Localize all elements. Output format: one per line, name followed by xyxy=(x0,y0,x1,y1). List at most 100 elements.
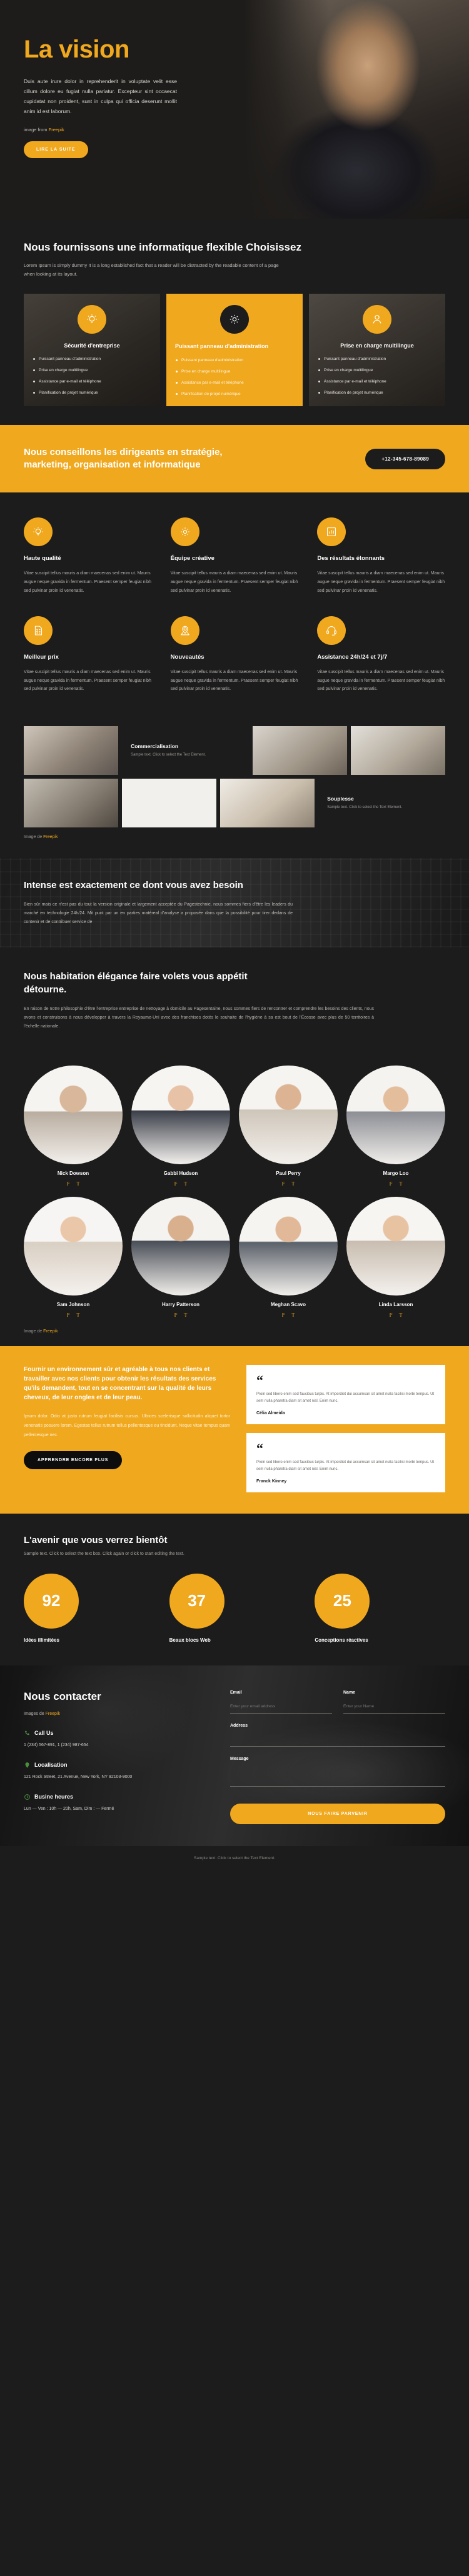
intense-heading: Intense est exactement ce dont vous avez… xyxy=(24,880,243,891)
message-field[interactable] xyxy=(230,1765,445,1787)
twitter-icon[interactable]: 𝕋 xyxy=(184,1181,188,1187)
facebook-icon[interactable]: 𝔽 xyxy=(281,1181,285,1187)
landing-page: La vision Duis aute irure dolor in repre… xyxy=(0,0,469,1872)
feature-item: Nouveautés Vitae suscipit tellus mauris … xyxy=(170,616,299,694)
twitter-icon[interactable]: 𝕋 xyxy=(291,1181,295,1187)
team-member: Margo Loo 𝔽 𝕋 xyxy=(346,1066,445,1187)
feature-item: Équipe créative Vitae suscipit tellus ma… xyxy=(170,517,299,595)
message-field-wrap: Message xyxy=(230,1757,445,1790)
service-list: Puissant panneau d'administration Prise … xyxy=(33,356,151,396)
call-us-value: 1 (234) 567-891, 1 (234) 987-654 xyxy=(24,1742,89,1747)
submit-button[interactable]: NOUS FAIRE PARVENIR xyxy=(230,1803,445,1824)
hero-section: La vision Duis aute irure dolor in repre… xyxy=(0,0,469,219)
feature-title: Assistance 24h/24 et 7j/7 xyxy=(317,654,388,661)
call-us-title: Call Us xyxy=(34,1730,54,1737)
call-us-block: Call Us 1 (234) 567-891, 1 (234) 987-654 xyxy=(24,1730,211,1749)
service-title: Sécurité d'entreprise xyxy=(64,342,120,349)
stats-heading: L'avenir que vous verrez bientôt xyxy=(24,1534,168,1545)
testimonials-intro: Fournir un environnement sûr et agréable… xyxy=(24,1365,230,1492)
quote-icon: “ xyxy=(256,1440,263,1456)
headset-icon xyxy=(317,616,346,646)
email-field[interactable] xyxy=(230,1704,332,1714)
quote-text: Proin sed libero enim sed faucibus turpi… xyxy=(256,1392,435,1403)
credit-prefix: image from xyxy=(24,126,49,132)
list-item: Assistance par e-mail et téléphone xyxy=(33,379,151,384)
gallery-image[interactable] xyxy=(220,779,315,828)
hours-title: Busine heures xyxy=(34,1794,74,1800)
facebook-icon[interactable]: 𝔽 xyxy=(174,1312,177,1318)
learn-more-button[interactable]: APPRENDRE ENCORE PLUS xyxy=(24,1451,123,1470)
address-field[interactable] xyxy=(230,1737,445,1747)
page-title: La vision xyxy=(24,36,129,63)
feature-item: Assistance 24h/24 et 7j/7 Vitae suscipit… xyxy=(317,616,445,694)
freepik-link[interactable]: Freepik xyxy=(46,1712,60,1716)
contact-info: Nous contacter Images de Freepik Call Us… xyxy=(24,1690,211,1825)
gallery-caption: Souplesse Sample text. Click to select t… xyxy=(318,779,446,828)
phone-button[interactable]: +12-345-678-89089 xyxy=(365,448,445,469)
avatar xyxy=(239,1197,338,1296)
service-card[interactable]: Prise en charge multilingue Puissant pan… xyxy=(309,293,445,406)
service-card[interactable]: Sécurité d'entreprise Puissant panneau d… xyxy=(24,293,160,406)
facebook-icon[interactable]: 𝔽 xyxy=(389,1312,392,1318)
twitter-icon[interactable]: 𝕋 xyxy=(76,1312,80,1318)
feature-text: Vitae suscipit tellus mauris a diam maec… xyxy=(24,670,151,692)
habitation-heading: Nous habitation élégance faire volets vo… xyxy=(24,971,248,996)
social-links: 𝔽 𝕋 xyxy=(346,1312,445,1318)
social-links: 𝔽 𝕋 xyxy=(24,1181,123,1187)
address-label: Address xyxy=(230,1723,248,1728)
contact-form: Email Name Address Message NOUS FAIRE PA… xyxy=(230,1690,445,1825)
twitter-icon[interactable]: 𝕋 xyxy=(399,1312,403,1318)
gallery-image[interactable] xyxy=(24,726,119,776)
credit-prefix: Image de xyxy=(24,835,44,840)
cta-band: Nous conseillons les dirigeants en strat… xyxy=(0,424,469,493)
phone-icon xyxy=(24,1730,31,1737)
social-links: 𝔽 𝕋 xyxy=(24,1312,123,1318)
freepik-link[interactable]: Freepik xyxy=(49,127,64,132)
gallery-text: Sample text. Click to select the Text El… xyxy=(327,806,403,810)
services-heading: Nous fournissons une informatique flexib… xyxy=(24,241,301,253)
facebook-icon[interactable]: 𝔽 xyxy=(174,1181,177,1187)
twitter-icon[interactable]: 𝕋 xyxy=(184,1312,188,1318)
gallery-image[interactable] xyxy=(252,726,347,776)
message-label: Message xyxy=(230,1756,249,1761)
intense-paragraph: Bien sûr mais ce n'est pas du tout la ve… xyxy=(24,902,293,924)
member-name: Gabbi Hudson xyxy=(163,1171,198,1177)
feature-text: Vitae suscipit tellus mauris a diam maec… xyxy=(170,571,298,593)
stats-sub: Sample text. Click to select the text bo… xyxy=(24,1551,184,1556)
twitter-icon[interactable]: 𝕋 xyxy=(76,1181,80,1187)
read-more-button[interactable]: LIRE LA SUITE xyxy=(24,141,88,158)
facebook-icon[interactable]: 𝔽 xyxy=(281,1312,285,1318)
freepik-link[interactable]: Freepik xyxy=(43,1329,58,1334)
stat-label: Beaux blocs Web xyxy=(169,1637,211,1643)
gallery-image[interactable] xyxy=(24,779,119,828)
stats-grid: 92 Idées illimitées 37 Beaux blocs Web 2… xyxy=(24,1573,445,1643)
freepik-link[interactable]: Freepik xyxy=(43,835,58,839)
facebook-icon[interactable]: 𝔽 xyxy=(66,1312,69,1318)
hero-paragraph: Duis aute irure dolor in reprehenderit i… xyxy=(24,78,177,115)
name-label: Name xyxy=(343,1690,356,1695)
service-title: Puissant panneau d'administration xyxy=(175,342,269,349)
credit-prefix: Images de xyxy=(24,1711,46,1716)
gallery-section: Commercialisation Sample text. Click to … xyxy=(0,715,469,858)
features-grid: Haute qualité Vitae suscipit tellus maur… xyxy=(24,517,445,694)
gallery-row: Commercialisation Sample text. Click to … xyxy=(24,726,446,776)
social-links: 𝔽 𝕋 xyxy=(131,1312,230,1318)
name-field[interactable] xyxy=(343,1704,445,1714)
gallery-image[interactable] xyxy=(122,779,217,828)
avatar xyxy=(346,1197,445,1296)
list-item: Planification de projet numérique xyxy=(175,391,294,397)
feature-text: Vitae suscipit tellus mauris a diam maec… xyxy=(24,571,151,593)
team-grid: Nick Dowson 𝔽 𝕋 Gabbi Hudson 𝔽 𝕋 Paul Pe… xyxy=(24,1066,445,1318)
clock-icon xyxy=(24,1794,31,1800)
service-card[interactable]: Puissant panneau d'administration Puissa… xyxy=(166,293,303,406)
feature-text: Vitae suscipit tellus mauris a diam maec… xyxy=(170,670,298,692)
facebook-icon[interactable]: 𝔽 xyxy=(66,1181,69,1187)
facebook-icon[interactable]: 𝔽 xyxy=(389,1181,392,1187)
twitter-icon[interactable]: 𝕋 xyxy=(291,1312,295,1318)
hours-block: Busine heures Lun — Ven : 10h — 20h, Sam… xyxy=(24,1794,211,1813)
twitter-icon[interactable]: 𝕋 xyxy=(399,1181,403,1187)
quote-icon: “ xyxy=(256,1372,263,1389)
gallery-image[interactable] xyxy=(350,726,446,776)
member-name: Harry Patterson xyxy=(161,1302,200,1308)
testimonials-section: Fournir un environnement sûr et agréable… xyxy=(0,1346,469,1514)
